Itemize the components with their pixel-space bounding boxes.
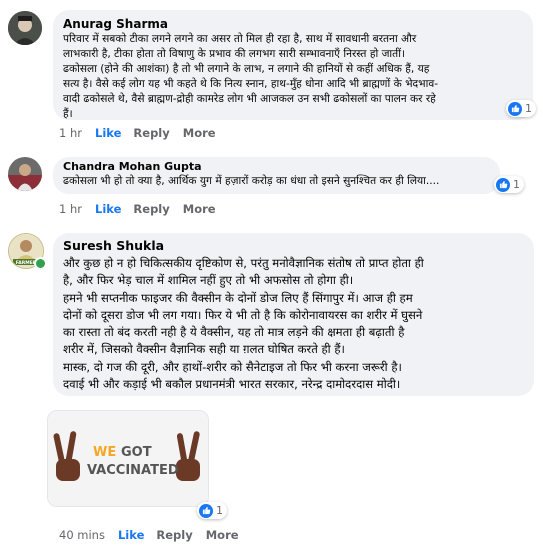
more-button[interactable]: More <box>183 202 216 216</box>
comment-author[interactable]: Chandra Mohan Gupta <box>63 160 490 174</box>
comment-timestamp[interactable]: 1 hr <box>59 202 82 216</box>
comment-text: परिवार में सबको टीका लगने लगने का असर तो… <box>63 33 439 120</box>
thumbs-up-icon <box>199 503 213 518</box>
comment-actions: 1 hr Like Reply More <box>59 202 216 216</box>
image-text-vaccinated: VACCINATED <box>87 463 179 478</box>
avatar[interactable] <box>8 157 42 191</box>
thumbs-up-icon <box>508 101 522 116</box>
reaction-count-badge[interactable]: 1 <box>506 100 536 117</box>
comment-bubble: Anurag Sharma परिवार में सबको टीका लगने … <box>53 10 533 120</box>
like-button[interactable]: Like <box>118 528 144 542</box>
comment-bubble: Chandra Mohan Gupta ढकोसला भी हो तो क्या… <box>53 157 500 194</box>
avatar[interactable] <box>8 11 42 45</box>
attached-image[interactable]: WE GOT VACCINATED <box>47 410 209 507</box>
reaction-count: 1 <box>216 504 223 517</box>
reaction-count: 1 <box>513 178 520 191</box>
thumbs-up-icon <box>496 177 510 192</box>
comment-actions: 40 mins Like Reply More <box>59 528 239 542</box>
comment-text: ढकोसला भी हो तो क्या है, आर्थिक युग में … <box>63 175 440 187</box>
online-status-dot <box>34 257 47 270</box>
like-button[interactable]: Like <box>95 202 121 216</box>
reply-button[interactable]: Reply <box>133 202 169 216</box>
more-button[interactable]: More <box>206 528 239 542</box>
more-button[interactable]: More <box>183 126 216 140</box>
comment-timestamp[interactable]: 40 mins <box>59 528 105 542</box>
like-button[interactable]: Like <box>95 126 121 140</box>
comment-text: और कुछ हो न हो चिकित्सकीय दृष्टिकोण से, … <box>63 256 424 392</box>
comment-bubble: Suresh Shukla और कुछ हो न हो चिकित्सकीय … <box>53 233 534 396</box>
comment-author[interactable]: Anurag Sharma <box>63 16 523 32</box>
image-text-we: WE <box>93 445 116 460</box>
reaction-count-badge[interactable]: 1 <box>197 502 227 519</box>
reaction-count-badge[interactable]: 1 <box>494 176 524 193</box>
comment-timestamp[interactable]: 1 hr <box>59 126 82 140</box>
comment-actions: 1 hr Like Reply More <box>59 126 216 140</box>
reply-button[interactable]: Reply <box>156 528 192 542</box>
reaction-count: 1 <box>525 102 532 115</box>
image-text-got: GOT <box>121 445 152 460</box>
comment-author[interactable]: Suresh Shukla <box>63 237 524 255</box>
reply-button[interactable]: Reply <box>133 126 169 140</box>
